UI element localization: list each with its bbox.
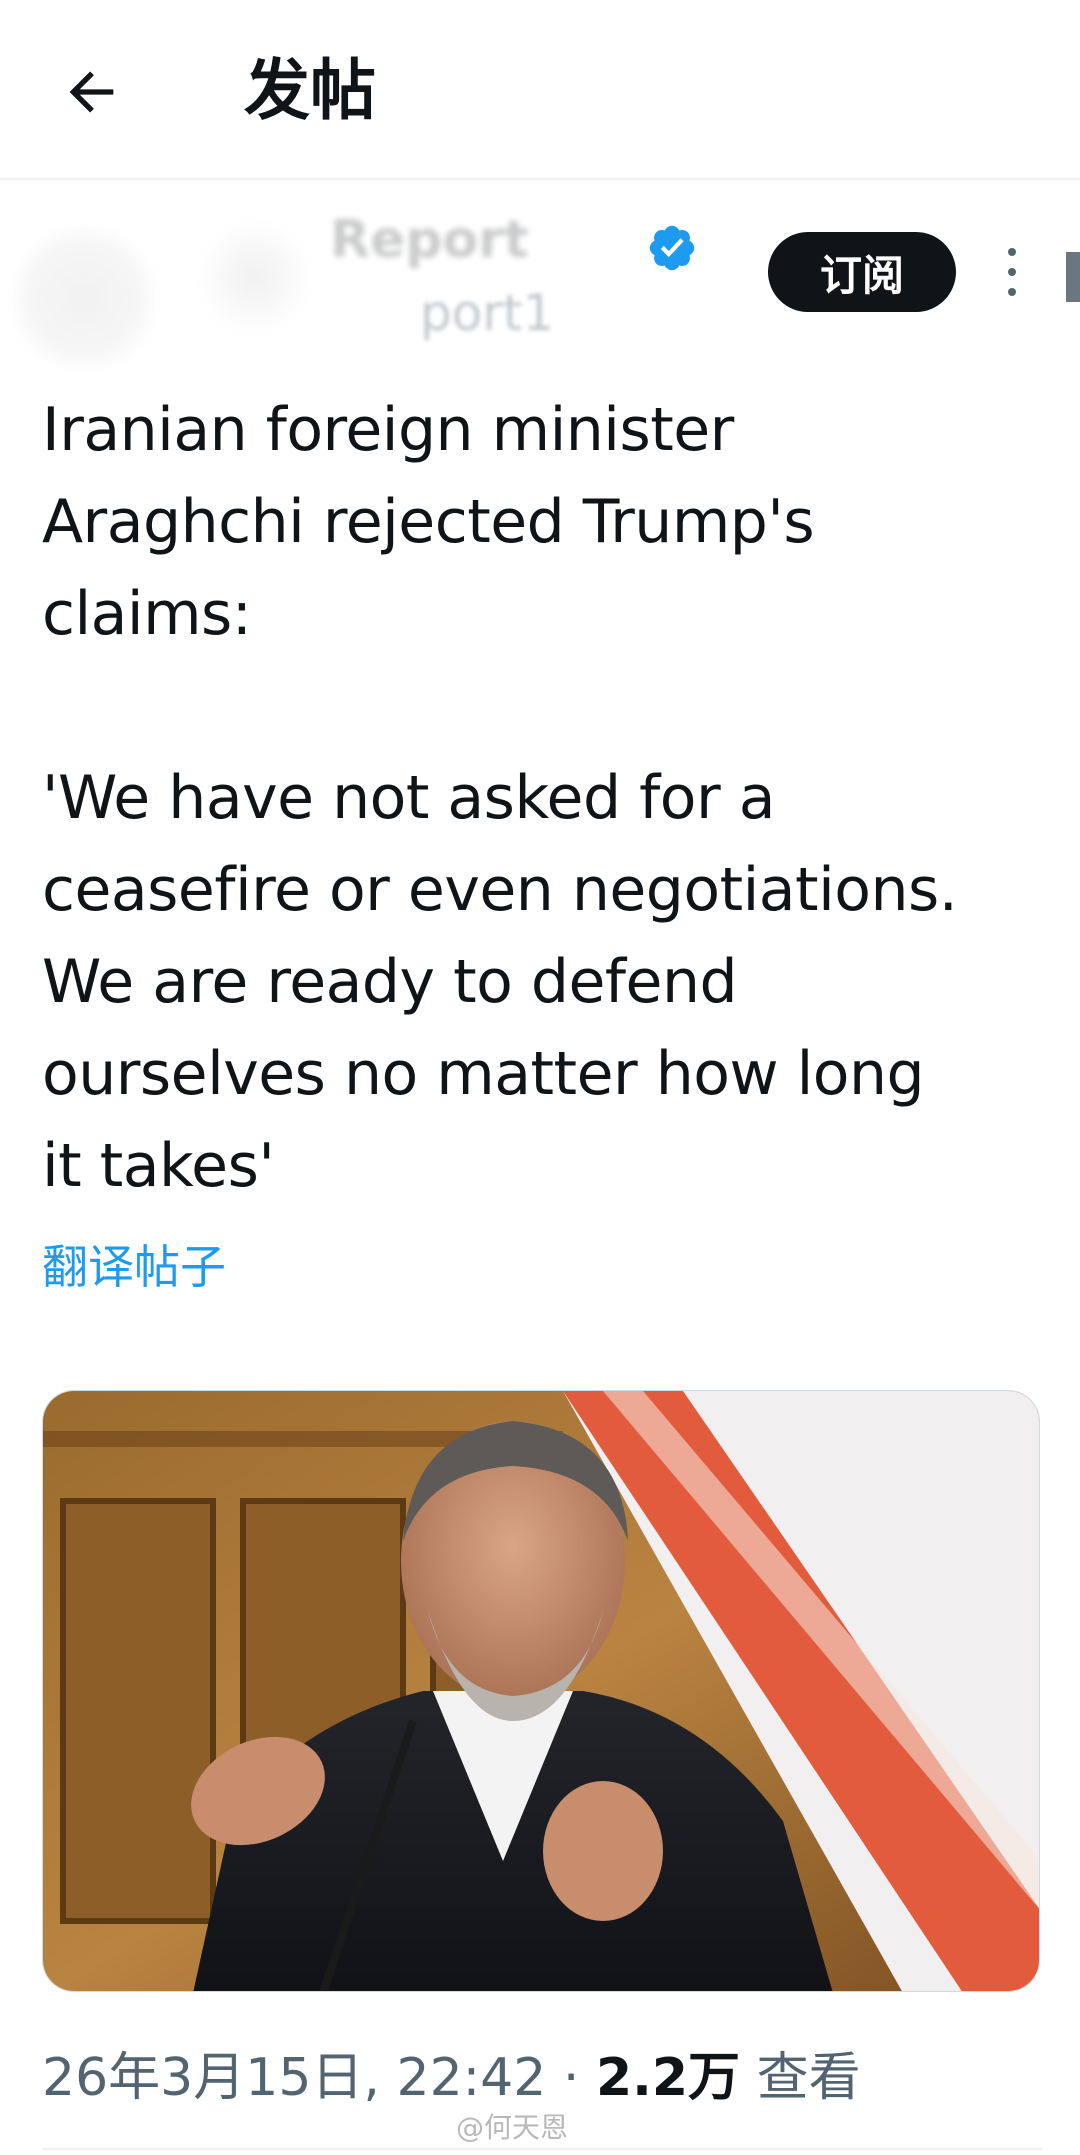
verified-badge-icon [649,225,695,271]
subscribe-button[interactable]: 订阅 [768,232,956,312]
more-dot [1008,268,1016,276]
arrow-left-icon [69,71,114,113]
translate-post-link[interactable]: 翻译帖子 [42,1232,226,1302]
tweet-meta: 26年3月15日, 22:42 · 2.2万 查看 [42,2040,861,2116]
watermark: @何天恩 [456,2111,569,2144]
tweet-photo[interactable] [42,1390,1040,1992]
scroll-indicator [1066,252,1080,302]
views-count: 2.2万 [595,2048,741,2108]
meta-separator: · [562,2048,580,2108]
tweet-text: Iranian foreign minister Araghchi reject… [42,395,958,1201]
top-bar: 发帖 [0,0,1080,180]
author-handle: port1 [420,284,555,342]
divider [42,2148,1042,2150]
author-row: Report port1 订阅 [0,182,1080,372]
date-time-comma: , [363,2048,397,2108]
photo-image [43,1391,1039,1991]
blurred-region [200,222,310,332]
views-label: 查看 [756,2048,861,2108]
avatar[interactable] [14,228,154,368]
more-options-button[interactable] [992,242,1032,302]
post-date: 26年3月15日 [42,2048,364,2108]
back-button[interactable] [52,52,132,132]
page-title: 发帖 [244,52,376,129]
more-dot [1008,288,1016,296]
post-time: 22:42 [396,2048,547,2108]
author-display-name[interactable]: Report [330,210,529,270]
more-vertical-icon [1008,248,1016,256]
